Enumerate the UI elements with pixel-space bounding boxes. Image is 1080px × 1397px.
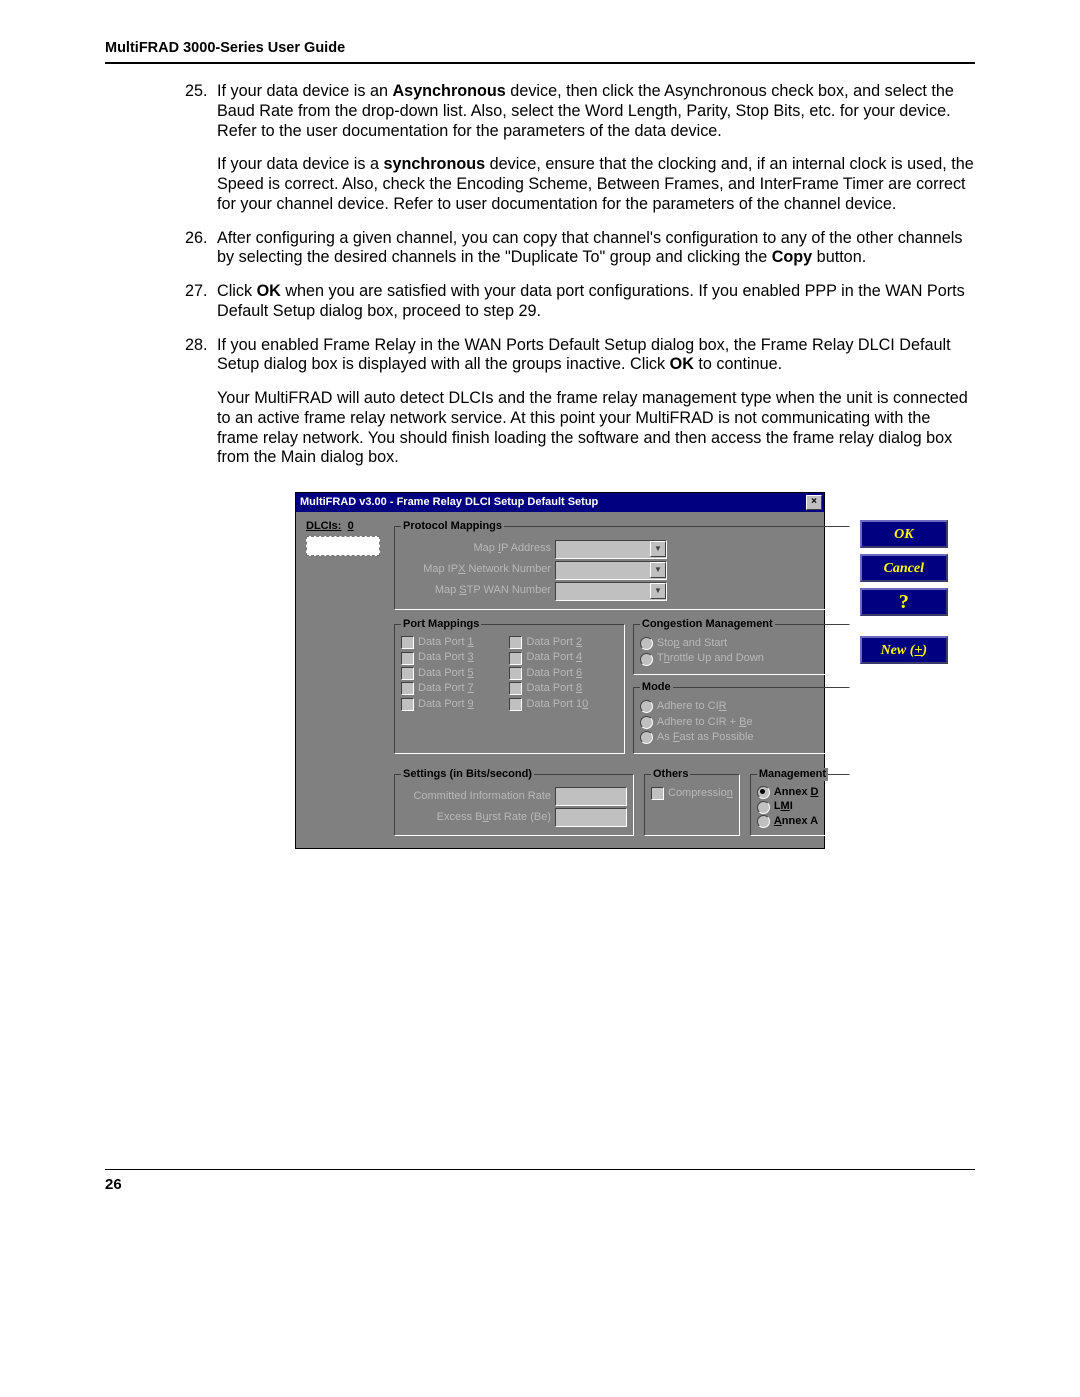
cir-radio[interactable] [640, 700, 653, 713]
dialog-title: MultiFRAD v3.00 - Frame Relay DLCI Setup… [300, 496, 806, 509]
cirbe-radio[interactable] [640, 716, 653, 729]
data-port-checkbox[interactable]: Data Port 10 [509, 698, 617, 711]
be-field[interactable] [555, 808, 627, 827]
data-port-checkbox[interactable]: Data Port 4 [509, 651, 617, 664]
fast-radio[interactable] [640, 731, 653, 744]
protocol-mappings-group: Protocol Mappings Map IP Address▼ Map IP… [394, 520, 850, 609]
page-number: 26 [105, 1169, 975, 1193]
step-item: 27.Click OK when you are satisfied with … [185, 282, 975, 322]
data-port-checkbox[interactable]: Data Port 5 [401, 667, 509, 680]
map-ipx-label: Map IPX Network Number [401, 563, 551, 576]
data-port-checkbox[interactable]: Data Port 2 [509, 636, 617, 649]
map-stp-label: Map STP WAN Number [401, 584, 551, 597]
map-stp-combo[interactable]: ▼ [555, 582, 667, 601]
lmi-radio[interactable] [757, 801, 770, 814]
map-ipx-combo[interactable]: ▼ [555, 561, 667, 580]
new-button[interactable]: New (+) [860, 636, 948, 664]
congestion-group: Congestion Management Stop and Start Thr… [633, 618, 850, 675]
ok-button[interactable]: OK [860, 520, 948, 548]
annexa-radio[interactable] [757, 815, 770, 828]
help-button[interactable]: ? [860, 588, 948, 616]
data-port-checkbox[interactable]: Data Port 6 [509, 667, 617, 680]
data-port-checkbox[interactable]: Data Port 3 [401, 651, 509, 664]
data-port-checkbox[interactable]: Data Port 1 [401, 636, 509, 649]
dlcis-listbox[interactable] [306, 536, 380, 556]
throttle-radio[interactable] [640, 653, 653, 666]
compression-checkbox[interactable] [651, 787, 664, 800]
step-item: 28.If you enabled Frame Relay in the WAN… [185, 336, 975, 469]
page-header: MultiFRAD 3000-Series User Guide [105, 40, 975, 64]
data-port-checkbox[interactable]: Data Port 8 [509, 682, 617, 695]
management-group: Management Annex D LMI Annex A [750, 768, 850, 837]
mode-group: Mode Adhere to CIR Adhere to CIR + Be As… [633, 681, 850, 754]
cir-field[interactable] [555, 787, 627, 806]
port-mappings-group: Port Mappings Data Port 1Data Port 2Data… [394, 618, 625, 754]
content: 25.If your data device is an Asynchronou… [185, 82, 975, 849]
others-group: Others Compression [644, 768, 740, 837]
step-item: 26.After configuring a given channel, yo… [185, 229, 975, 269]
dialog-screenshot: MultiFRAD v3.00 - Frame Relay DLCI Setup… [295, 492, 975, 849]
settings-group: Settings (in Bits/second) Committed Info… [394, 768, 634, 837]
chevron-down-icon: ▼ [650, 541, 666, 557]
steps-list: 25.If your data device is an Asynchronou… [185, 82, 975, 468]
data-port-checkbox[interactable]: Data Port 9 [401, 698, 509, 711]
annexd-radio[interactable] [757, 786, 770, 799]
dlcis-label: DLCIs: 0 [306, 520, 386, 533]
titlebar: MultiFRAD v3.00 - Frame Relay DLCI Setup… [296, 493, 824, 512]
chevron-down-icon: ▼ [650, 583, 666, 599]
step-item: 25.If your data device is an Asynchronou… [185, 82, 975, 215]
chevron-down-icon: ▼ [650, 562, 666, 578]
close-icon[interactable]: × [806, 495, 822, 510]
data-port-checkbox[interactable]: Data Port 7 [401, 682, 509, 695]
map-ip-combo[interactable]: ▼ [555, 540, 667, 559]
cancel-button[interactable]: Cancel [860, 554, 948, 582]
map-ip-label: Map IP Address [401, 542, 551, 555]
stop-start-radio[interactable] [640, 637, 653, 650]
